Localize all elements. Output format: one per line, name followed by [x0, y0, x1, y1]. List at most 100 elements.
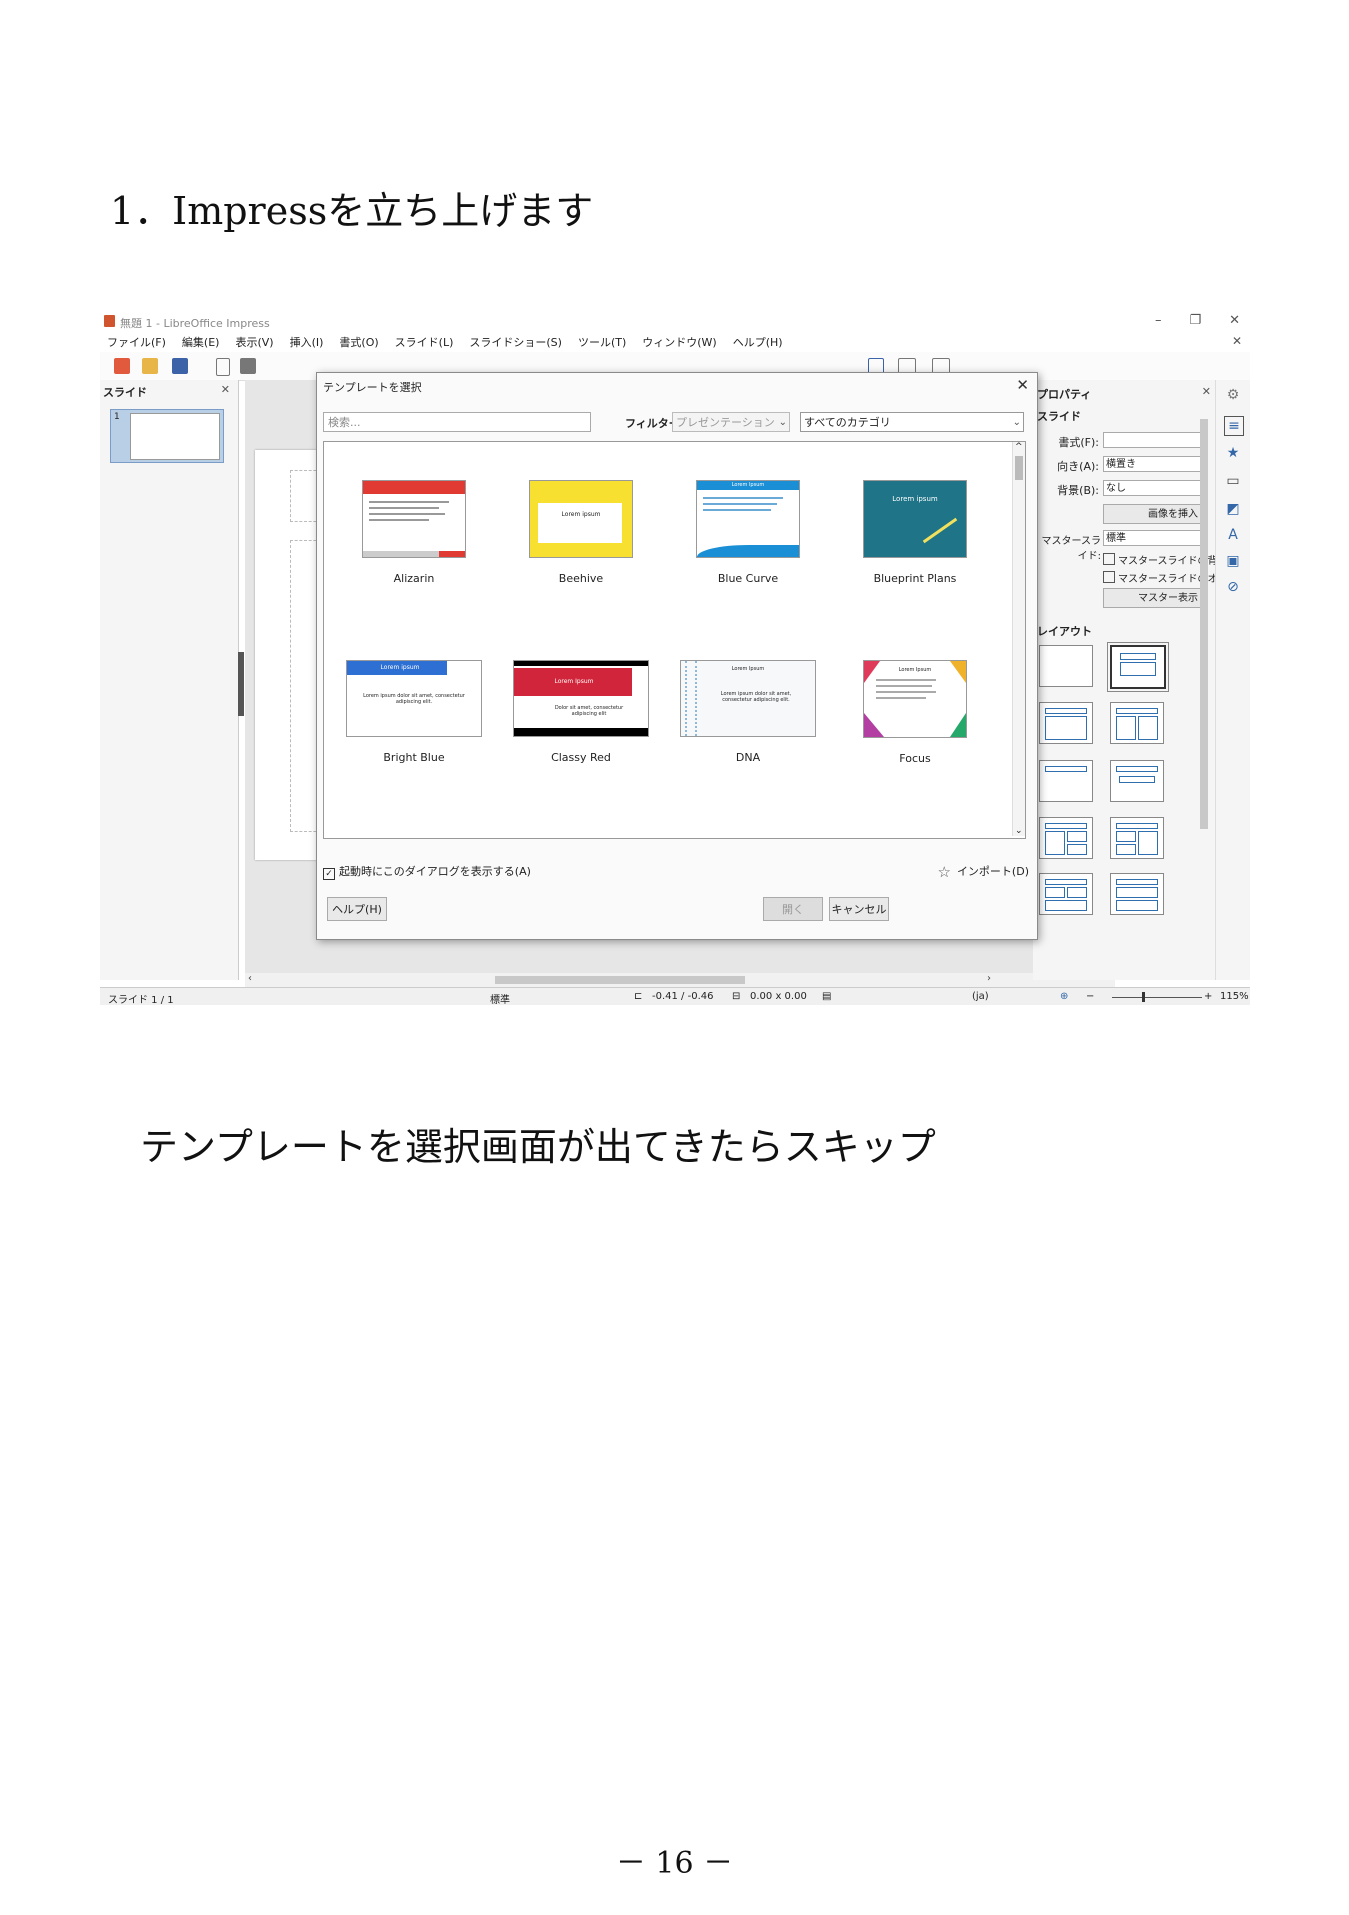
- restore-icon[interactable]: ❐: [1189, 313, 1201, 328]
- orientation-select[interactable]: 横置き: [1103, 456, 1203, 472]
- properties-tab-icon[interactable]: ≡: [1224, 416, 1244, 436]
- category-select[interactable]: すべてのカテゴリ ⌄: [800, 412, 1024, 432]
- template-name: Blueprint Plans: [873, 572, 957, 585]
- show-on-startup-checkbox[interactable]: ✓ 起動時にこのダイアログを表示する(A): [323, 863, 531, 880]
- import-label: インポート(D): [956, 865, 1029, 878]
- settings-gear-icon[interactable]: ⚙: [1224, 386, 1242, 404]
- slide-thumbnail[interactable]: 1: [110, 409, 224, 463]
- menu-edit[interactable]: 編集(E): [175, 332, 229, 352]
- import-button[interactable]: ☆ インポート(D): [937, 863, 1029, 881]
- document-modified-icon[interactable]: ▤: [822, 991, 831, 1002]
- minimize-icon[interactable]: –: [1155, 313, 1162, 328]
- template-search-input[interactable]: 検索...: [323, 412, 591, 432]
- scroll-down-icon[interactable]: ⌄: [1015, 826, 1023, 836]
- dialog-title: テンプレートを選択: [323, 381, 422, 394]
- sidebar-close-icon[interactable]: ✕: [1202, 385, 1211, 398]
- scroll-right-icon[interactable]: ›: [987, 973, 991, 984]
- template-dna[interactable]: Lorem Ipsum Lorem ipsum dolor sit amet, …: [673, 660, 823, 764]
- slide-pane-close-icon[interactable]: ✕: [221, 383, 230, 396]
- layout-split-content[interactable]: [1110, 817, 1164, 859]
- layout-title-content[interactable]: [1107, 642, 1169, 692]
- zoom-slider[interactable]: [1112, 997, 1202, 998]
- help-button[interactable]: ヘルプ(H): [327, 897, 387, 921]
- open-button[interactable]: 開く: [763, 897, 823, 921]
- horizontal-scrollbar[interactable]: ‹ ›: [245, 973, 1115, 987]
- sidebar-scrollbar[interactable]: [1199, 405, 1209, 965]
- master-slide-select[interactable]: 標準: [1103, 530, 1203, 546]
- layout-title-line[interactable]: [1039, 760, 1093, 802]
- slide-section-title[interactable]: スライド: [1037, 408, 1081, 424]
- status-language[interactable]: (ja): [972, 991, 989, 1002]
- preview-text: Lorem Ipsum: [898, 667, 932, 673]
- layout-stacked[interactable]: [1110, 873, 1164, 915]
- navigator-icon[interactable]: ⊘: [1224, 578, 1242, 596]
- background-select[interactable]: なし: [1103, 480, 1203, 496]
- gallery-icon[interactable]: ▣: [1224, 552, 1242, 570]
- menu-view[interactable]: 表示(V): [228, 332, 282, 352]
- zoom-in-icon[interactable]: +: [1204, 991, 1212, 1002]
- template-grid-scrollbar[interactable]: ^ ⌄: [1012, 442, 1025, 836]
- layout-title-only[interactable]: [1039, 702, 1093, 744]
- template-alizarin[interactable]: Alizarin: [339, 480, 489, 585]
- dialog-close-icon[interactable]: ✕: [1016, 376, 1029, 394]
- menu-window[interactable]: ウィンドウ(W): [635, 332, 725, 352]
- menu-help[interactable]: ヘルプ(H): [726, 332, 792, 352]
- export-pdf-icon[interactable]: [216, 358, 230, 376]
- page-heading: 1．Impressを立ち上げます: [110, 189, 594, 233]
- document-close-icon[interactable]: ✕: [1232, 334, 1242, 348]
- custom-animation-icon[interactable]: ◩: [1224, 500, 1242, 518]
- zoom-out-icon[interactable]: −: [1086, 991, 1094, 1002]
- preview-text: Lorem Ipsum: [514, 668, 632, 696]
- window-title: 無題 1 - LibreOffice Impress: [120, 317, 270, 330]
- print-icon[interactable]: [240, 358, 256, 374]
- open-folder-icon[interactable]: [142, 358, 158, 374]
- preview-text: Dolor sit amet, consectetur adipiscing e…: [554, 705, 624, 717]
- insert-image-button[interactable]: 画像を挿入: [1103, 504, 1203, 524]
- fit-slide-icon[interactable]: ⊕: [1060, 991, 1068, 1002]
- scroll-left-icon[interactable]: ‹: [248, 973, 252, 984]
- template-blue-curve[interactable]: Lorem Ipsum Blue Curve: [673, 480, 823, 585]
- layout-section-title[interactable]: レイアウト: [1037, 623, 1092, 639]
- status-bar: スライド 1 / 1 標準 ⊏ -0.41 / -0.46 ⊟ 0.00 x 0…: [100, 987, 1250, 1005]
- menu-slide[interactable]: スライド(L): [388, 332, 463, 352]
- zoom-slider-knob[interactable]: [1142, 992, 1145, 1002]
- scroll-up-icon[interactable]: ^: [1015, 442, 1023, 452]
- menu-insert[interactable]: 挿入(I): [283, 332, 333, 352]
- layout-centered-text[interactable]: [1110, 760, 1164, 802]
- layout-two-content[interactable]: [1110, 702, 1164, 744]
- layout-blank[interactable]: [1039, 645, 1093, 687]
- pane-collapse-handle[interactable]: [238, 652, 244, 716]
- background-label: 背景(B):: [1057, 484, 1099, 497]
- template-classy-red[interactable]: Lorem Ipsum Dolor sit amet, consectetur …: [506, 660, 656, 764]
- layout-content-split[interactable]: [1039, 817, 1093, 859]
- cancel-button[interactable]: キャンセル: [829, 897, 889, 921]
- master-view-button[interactable]: マスター表示: [1103, 588, 1203, 608]
- new-icon[interactable]: [114, 358, 130, 374]
- preview-text: Lorem Ipsum: [697, 481, 799, 490]
- preview-text: Lorem Ipsum: [731, 666, 765, 672]
- menu-tools[interactable]: ツール(T): [571, 332, 635, 352]
- menu-file[interactable]: ファイル(F): [100, 332, 175, 352]
- status-zoom[interactable]: 115%: [1220, 991, 1249, 1002]
- template-blueprint-plans[interactable]: Lorem ipsum Blueprint Plans: [840, 480, 990, 585]
- template-name: DNA: [735, 751, 761, 764]
- template-bright-blue[interactable]: Lorem ipsum Lorem ipsum dolor sit amet, …: [339, 660, 489, 764]
- menu-format[interactable]: 書式(O): [332, 332, 387, 352]
- save-icon[interactable]: [172, 358, 188, 374]
- layout-content-over[interactable]: [1039, 873, 1093, 915]
- styles-icon[interactable]: A: [1224, 526, 1242, 544]
- slide-transition-icon[interactable]: ★: [1224, 444, 1242, 462]
- chevron-down-icon: ⌄: [1012, 417, 1021, 428]
- menu-slideshow[interactable]: スライドショー(S): [462, 332, 571, 352]
- close-icon[interactable]: ✕: [1229, 313, 1240, 328]
- filter-select[interactable]: プレゼンテーション ⌄: [672, 412, 790, 432]
- template-beehive[interactable]: Lorem ipsum Beehive: [506, 480, 656, 585]
- preview-text: Lorem ipsum dolor sit amet, consectetur …: [720, 691, 792, 703]
- preview-text: Lorem ipsum dolor sit amet, consectetur …: [363, 693, 465, 705]
- template-focus[interactable]: Lorem Ipsum Focus: [840, 660, 990, 765]
- format-select[interactable]: [1103, 432, 1203, 448]
- master-slides-icon[interactable]: ▭: [1224, 472, 1242, 490]
- sidebar-tab-bar: ⚙ ≡ ★ ▭ ◩ A ▣ ⊘: [1215, 380, 1250, 980]
- size-icon: ⊟: [732, 991, 741, 1002]
- title-bar: 無題 1 - LibreOffice Impress – ❐ ✕: [100, 310, 1250, 332]
